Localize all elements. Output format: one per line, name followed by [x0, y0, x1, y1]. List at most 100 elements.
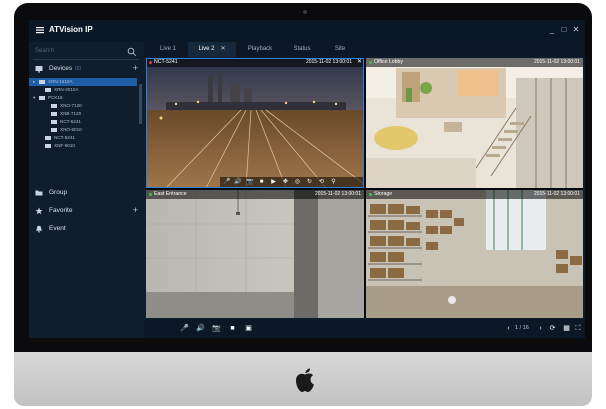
fisheye-icon[interactable]: ◎: [294, 179, 301, 186]
tab-bar: Live 1 Live 2 ✕ Playback Status Site: [144, 42, 585, 57]
camera-3-timestamp: 2015-11-02 13:00:01: [314, 191, 361, 197]
webcam-dot: [303, 10, 307, 14]
page-indicator: 1 / 16: [515, 325, 529, 331]
camera-tile-4[interactable]: Storage 2015-11-02 13:00:01: [366, 190, 583, 318]
record-icon[interactable]: ■: [258, 179, 265, 186]
refresh-icon[interactable]: ⟳: [548, 324, 557, 333]
camera-3-name: East Entrance: [154, 191, 187, 197]
camera-4-video-feed: [366, 190, 583, 318]
device-tree-item[interactable]: XNO-6010: [29, 126, 137, 134]
snapshot-icon[interactable]: 📷: [246, 179, 253, 186]
device-tree-label: NCT-5241: [60, 119, 81, 124]
camera-1-video-feed: [146, 58, 364, 188]
record-icon[interactable]: ■: [228, 324, 237, 333]
device-tree-item[interactable]: ▾ PCK16: [29, 94, 137, 102]
device-tree-label: XNB-7120: [60, 111, 82, 116]
ptz-icon[interactable]: ✥: [282, 179, 289, 186]
tab-site-label: Site: [334, 46, 346, 52]
tab-live-2-label: Live 2: [198, 46, 215, 52]
devices-count: 00: [75, 66, 82, 72]
camera-3-status-indicator: [149, 193, 152, 196]
camera-device-icon: [39, 80, 45, 84]
microphone-icon[interactable]: 🎤: [180, 324, 189, 333]
device-tree-item[interactable]: NCT-5241: [29, 134, 137, 142]
layout-grid-icon[interactable]: ▦: [562, 324, 571, 333]
device-tree-item[interactable]: ▸ XRN-1610A: [29, 78, 137, 86]
devices-section-header[interactable]: Devices 00 +: [29, 62, 144, 76]
group-section-header[interactable]: Group: [29, 186, 144, 200]
bottom-toolbar: 🎤 🔊 📷 ■ ▣ ‹ 1 / 16 › ⟳ ▦ ⛶: [144, 319, 585, 338]
tab-live-1[interactable]: Live 1: [148, 42, 188, 57]
snapshot-icon[interactable]: 📷: [212, 324, 221, 333]
export-icon[interactable]: ▣: [244, 324, 253, 333]
device-tree-label: XRN-2010A: [54, 87, 79, 92]
expand-arrow-icon[interactable]: ▸: [33, 79, 35, 85]
device-tree-label: PCK16: [48, 95, 63, 100]
video-grid: NCT-5241 2015-11-02 13:00:01 ✕ 🎤 🔊 📷 ■ ▶…: [146, 58, 583, 318]
favorite-label: Favorite: [49, 207, 73, 214]
search-icon[interactable]: [127, 47, 137, 57]
camera-1-name: NCT-5241: [154, 59, 178, 65]
refresh-icon[interactable]: ⟲: [318, 179, 325, 186]
tab-status-label: Status: [293, 46, 311, 52]
minimize-button[interactable]: _: [547, 25, 557, 35]
camera-tile-2[interactable]: Office Lobby 2015-11-02 13:00:01: [366, 58, 583, 188]
fullscreen-icon[interactable]: ⛶: [574, 324, 582, 333]
camera-2-timestamp: 2015-11-02 13:00:01: [533, 59, 580, 65]
camera-1-close-icon[interactable]: ✕: [357, 58, 362, 65]
app-title: ATVision IP: [49, 25, 93, 34]
search-input[interactable]: Search: [35, 48, 54, 54]
camera-tile-1[interactable]: NCT-5241 2015-11-02 13:00:01 ✕ 🎤 🔊 📷 ■ ▶…: [146, 58, 364, 188]
device-tree-label: XNO-7120: [60, 103, 82, 108]
previous-page-icon[interactable]: ‹: [504, 324, 513, 333]
close-button[interactable]: ✕: [571, 25, 581, 35]
camera-3-video-feed: [146, 190, 364, 318]
event-section-header[interactable]: Event: [29, 222, 144, 236]
sidebar: Search Devices 00 + ▸ XRN-1610A XRN-2010A ▾ P…: [29, 42, 144, 338]
add-favorite-button[interactable]: +: [133, 205, 138, 215]
camera-1-header: NCT-5241 2015-11-02 13:00:01 ✕: [146, 58, 364, 67]
sidebar-scrollbar[interactable]: [139, 84, 142, 124]
tab-status[interactable]: Status: [282, 42, 322, 57]
camera-4-name: Storage: [374, 191, 393, 197]
next-page-icon[interactable]: ›: [536, 324, 545, 333]
maximize-button[interactable]: □: [559, 25, 569, 35]
speaker-icon[interactable]: 🔊: [196, 324, 205, 333]
camera-1-timestamp: 2015-11-02 13:00:01: [305, 59, 352, 65]
camera-4-status-indicator: [369, 193, 372, 196]
zoom-icon[interactable]: ⚲: [330, 179, 337, 186]
tab-site[interactable]: Site: [322, 42, 358, 57]
camera-device-icon: [51, 104, 57, 108]
device-tree-label: XNO-6010: [60, 127, 82, 132]
app-window: ATVision IP _ □ ✕ Search Devices 00 + ▸ XR…: [29, 20, 585, 338]
device-tree-label: NCT-5241: [54, 135, 75, 140]
rotate-icon[interactable]: ↻: [306, 179, 313, 186]
camera-device-icon: [51, 112, 57, 116]
favorite-section-header[interactable]: Favorite +: [29, 204, 144, 218]
devices-label: Devices 00: [49, 65, 82, 72]
apple-logo-icon: [296, 368, 314, 392]
speaker-icon[interactable]: 🔊: [234, 179, 241, 186]
device-tree-item[interactable]: NCT-5241: [29, 118, 137, 126]
video-camera-icon[interactable]: ▶: [270, 179, 277, 186]
device-tree-item[interactable]: XRN-2010A: [29, 86, 137, 94]
microphone-icon[interactable]: 🎤: [223, 179, 230, 186]
tab-live-2[interactable]: Live 2 ✕: [188, 42, 236, 57]
tab-playback[interactable]: Playback: [238, 42, 282, 57]
device-tree-item[interactable]: XNB-7120: [29, 110, 137, 118]
tab-close-icon[interactable]: ✕: [220, 46, 225, 52]
device-tree-item[interactable]: XNF-6010: [29, 142, 137, 150]
tab-live-1-label: Live 1: [159, 46, 176, 52]
expand-arrow-icon[interactable]: ▾: [33, 95, 35, 101]
camera-4-header: Storage 2015-11-02 13:00:01: [366, 190, 583, 199]
hamburger-menu-icon[interactable]: [35, 25, 45, 35]
device-tree-item[interactable]: XNO-7120: [29, 102, 137, 110]
search-box[interactable]: Search: [33, 45, 139, 60]
camera-tile-3[interactable]: East Entrance 2015-11-02 13:00:01: [146, 190, 364, 318]
event-label: Event: [49, 225, 66, 232]
add-device-button[interactable]: +: [133, 63, 138, 73]
camera-2-video-feed: [366, 58, 583, 188]
camera-device-icon: [39, 96, 45, 100]
camera-1-toolbar: 🎤 🔊 📷 ■ ▶ ✥ ◎ ↻ ⟲ ⚲: [220, 177, 364, 188]
camera-1-status-indicator: [149, 61, 152, 64]
